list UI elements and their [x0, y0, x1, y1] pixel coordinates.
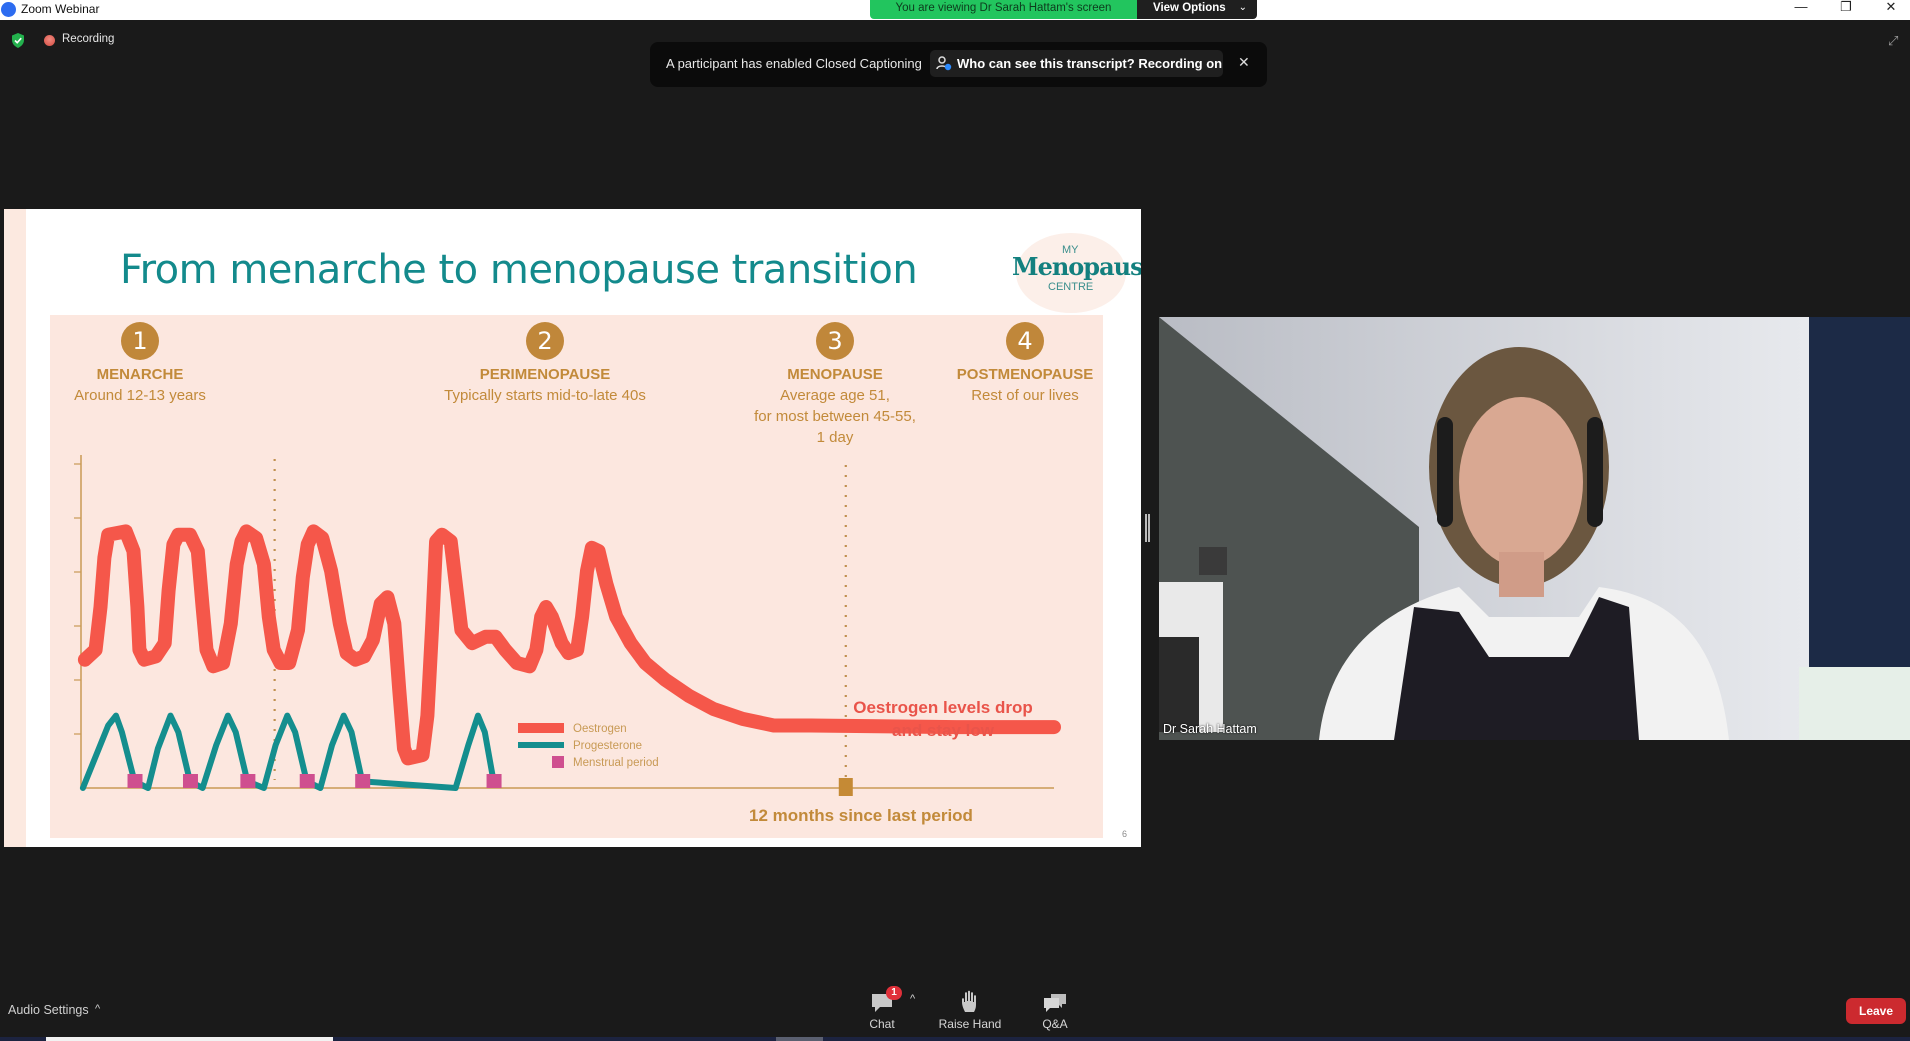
- qa-icon: [1044, 994, 1066, 1012]
- photo-frame: [1199, 547, 1227, 575]
- app-title: Zoom Webinar: [21, 2, 100, 16]
- zoom-logo-icon: [1, 2, 16, 17]
- transcript-visibility-link[interactable]: Who can see this transcript? Recording o…: [930, 50, 1223, 77]
- window-title-bar: Zoom Webinar You are viewing Dr Sarah Ha…: [0, 0, 1910, 20]
- shared-screen-slide: From menarche to menopause transition MY…: [4, 209, 1141, 847]
- taskbar-item[interactable]: [776, 1037, 823, 1041]
- chevron-up-icon[interactable]: ^: [95, 1003, 100, 1015]
- hormone-chart: Oestrogen Progesterone Menstrual period Oe…: [74, 455, 1061, 825]
- annotation-oestrogen-drop: Oestrogen levels drop: [853, 698, 1033, 717]
- legend-label: Progesterone: [573, 740, 642, 752]
- legend-swatch-oestrogen: [518, 723, 564, 733]
- menstrual-period-marker: [299, 774, 315, 788]
- annotation-oestrogen-drop: and stay low: [892, 721, 995, 740]
- raise-hand-button[interactable]: Raise Hand: [935, 988, 1005, 1031]
- chat-unread-badge: 1: [886, 986, 902, 1000]
- slide-page-number: 6: [1122, 829, 1128, 839]
- recording-icon: [44, 35, 55, 46]
- person-info-icon: [936, 56, 952, 71]
- panel-resize-handle[interactable]: [1145, 514, 1150, 542]
- closed-caption-notification: A participant has enabled Closed Caption…: [650, 42, 1267, 87]
- menstrual-period-marker: [355, 774, 371, 788]
- fullscreen-icon[interactable]: ⤢: [1888, 33, 1904, 49]
- legend-swatch-menstrual-period: [552, 756, 564, 768]
- headphones: [1437, 417, 1453, 527]
- chevron-down-icon: ⌄: [1238, 2, 1247, 13]
- participant-name-label: Dr Sarah Hattam: [1163, 722, 1257, 736]
- shield-check-icon[interactable]: [11, 33, 25, 48]
- qa-label: Q&A: [1042, 1017, 1068, 1031]
- taskbar-active-item[interactable]: [46, 1037, 333, 1041]
- leave-button[interactable]: Leave: [1846, 998, 1906, 1024]
- legend-label: Menstrual period: [573, 757, 659, 769]
- chevron-up-icon[interactable]: ^: [910, 993, 915, 1005]
- view-options-button[interactable]: View Options ⌄: [1137, 0, 1257, 19]
- menstrual-period-marker: [240, 774, 256, 788]
- raise-hand-label: Raise Hand: [938, 1017, 1002, 1031]
- recording-label: Recording: [62, 33, 115, 45]
- view-options-label: View Options: [1153, 2, 1226, 14]
- video-feed: [1159, 317, 1910, 740]
- menstrual-period-marker: [182, 774, 198, 788]
- chart-series: [77, 524, 1061, 791]
- neck: [1499, 552, 1544, 597]
- restore-button[interactable]: ❐: [1826, 0, 1866, 16]
- raise-hand-icon: [962, 990, 976, 1012]
- transcript-link-label: Who can see this transcript? Recording o…: [957, 56, 1223, 71]
- viewing-screen-banner: You are viewing Dr Sarah Hattam's screen: [870, 0, 1137, 19]
- curtain: [1809, 317, 1910, 677]
- annotation-12-months: 12 months since last period: [749, 806, 973, 825]
- legend-swatch-progesterone: [518, 742, 564, 748]
- final-period-marker: [838, 778, 853, 796]
- cc-message: A participant has enabled Closed Caption…: [666, 56, 922, 71]
- close-window-button[interactable]: ✕: [1871, 0, 1910, 16]
- close-icon[interactable]: ✕: [1238, 54, 1250, 71]
- audio-settings-button[interactable]: Audio Settings: [8, 1003, 89, 1017]
- legend-label: Oestrogen: [573, 723, 627, 735]
- chat-label: Chat: [869, 1017, 895, 1031]
- minimize-button[interactable]: —: [1781, 0, 1821, 16]
- menstrual-period-marker: [127, 774, 143, 788]
- chart-legend: Oestrogen Progesterone Menstrual period: [518, 723, 659, 769]
- face: [1459, 397, 1583, 567]
- qa-button[interactable]: Q&A: [1035, 988, 1075, 1031]
- chart-annotations: Oestrogen levels drop and stay low 12 mont…: [749, 698, 1033, 825]
- menstrual-period-marker: [486, 774, 502, 788]
- participant-video[interactable]: Dr Sarah Hattam: [1159, 317, 1910, 740]
